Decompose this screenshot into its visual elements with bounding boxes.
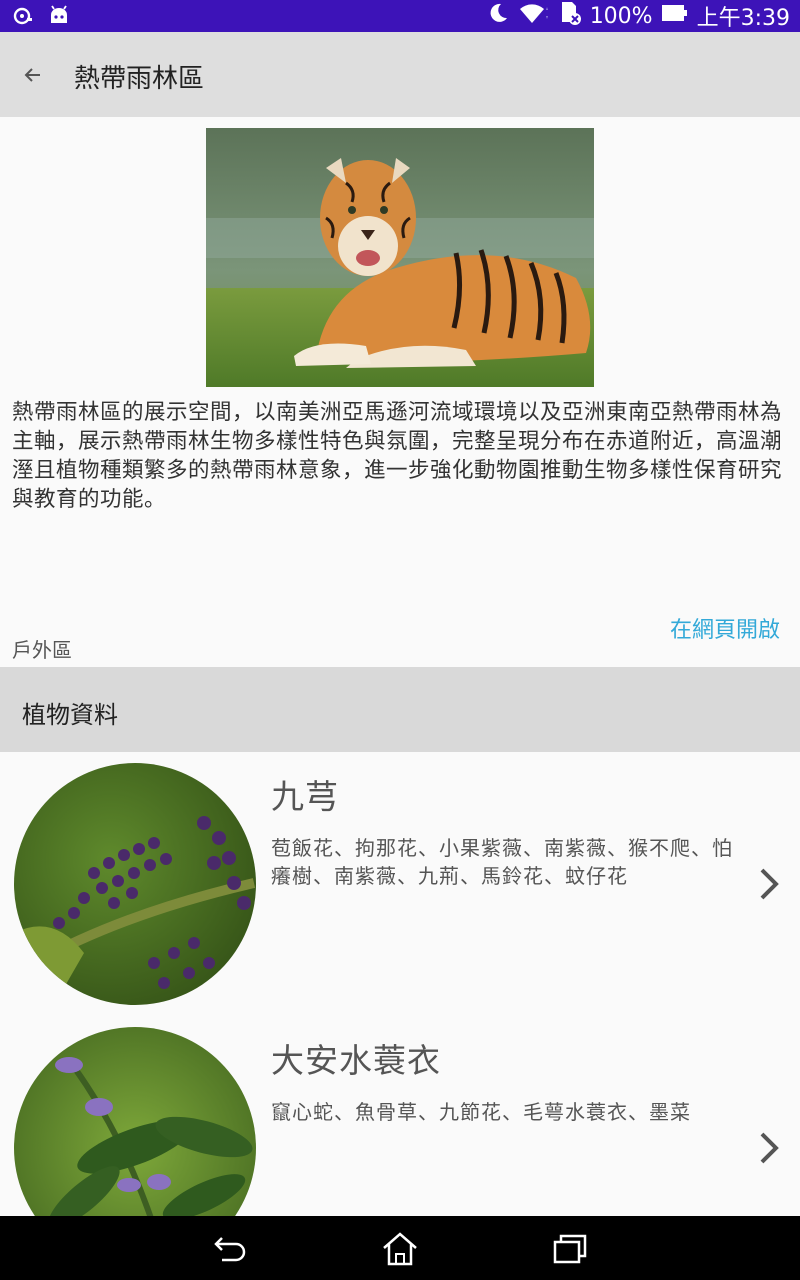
navigation-bar bbox=[0, 1216, 800, 1280]
section-title: 植物資料 bbox=[22, 701, 118, 729]
recents-nav-button[interactable] bbox=[551, 1230, 591, 1268]
plants-section-header: 植物資料 bbox=[0, 667, 800, 752]
sync-icon bbox=[12, 5, 34, 31]
plant-aliases: 苞飯花、拘那花、小果紫薇、南紫薇、猴不爬、怕癢樹、南紫薇、九荊、馬鈴花、蚊仔花 bbox=[271, 836, 733, 888]
android-icon bbox=[48, 5, 70, 31]
moon-icon bbox=[486, 1, 510, 31]
plant-name: 九芎 bbox=[271, 777, 339, 816]
plant-aliases: 竄心蛇、魚骨草、九節花、毛萼水蓑衣、墨菜 bbox=[271, 1100, 691, 1124]
back-nav-icon bbox=[214, 1237, 246, 1262]
open-in-web-link[interactable]: 在網頁開啟 bbox=[670, 612, 780, 644]
plant-list-item[interactable]: 九芎 苞飯花、拘那花、小果紫薇、南紫薇、猴不爬、怕癢樹、南紫薇、九荊、馬鈴花、蚊… bbox=[0, 752, 800, 1016]
status-bar: 100% 上午3:39 bbox=[0, 0, 800, 32]
home-nav-icon bbox=[383, 1232, 417, 1266]
sd-card-icon bbox=[558, 0, 582, 32]
battery-icon bbox=[661, 3, 689, 29]
back-nav-button[interactable] bbox=[210, 1230, 250, 1268]
clock: 上午3:39 bbox=[696, 6, 790, 31]
hero-image bbox=[206, 128, 594, 387]
page-title: 熱帶雨林區 bbox=[74, 64, 205, 94]
battery-percent: 100% bbox=[589, 3, 653, 29]
home-nav-button[interactable] bbox=[380, 1230, 420, 1268]
chevron-right-icon bbox=[760, 868, 779, 900]
area-description: 熱帶雨林區的展示空間，以南美洲亞馬遜河流域環境以及亞洲東南亞熱帶雨林為主軸，展示… bbox=[12, 400, 783, 512]
recents-nav-icon bbox=[553, 1234, 587, 1264]
plant-name: 大安水蓑衣 bbox=[271, 1041, 441, 1080]
wifi-icon bbox=[518, 1, 550, 31]
arrow-back-icon bbox=[24, 68, 40, 82]
plant-thumbnail bbox=[14, 763, 256, 1005]
toolbar: 熱帶雨林區 bbox=[0, 32, 800, 117]
area-category: 戶外區 bbox=[12, 638, 72, 662]
chevron-right-icon bbox=[760, 1132, 779, 1164]
back-button[interactable] bbox=[14, 56, 52, 94]
